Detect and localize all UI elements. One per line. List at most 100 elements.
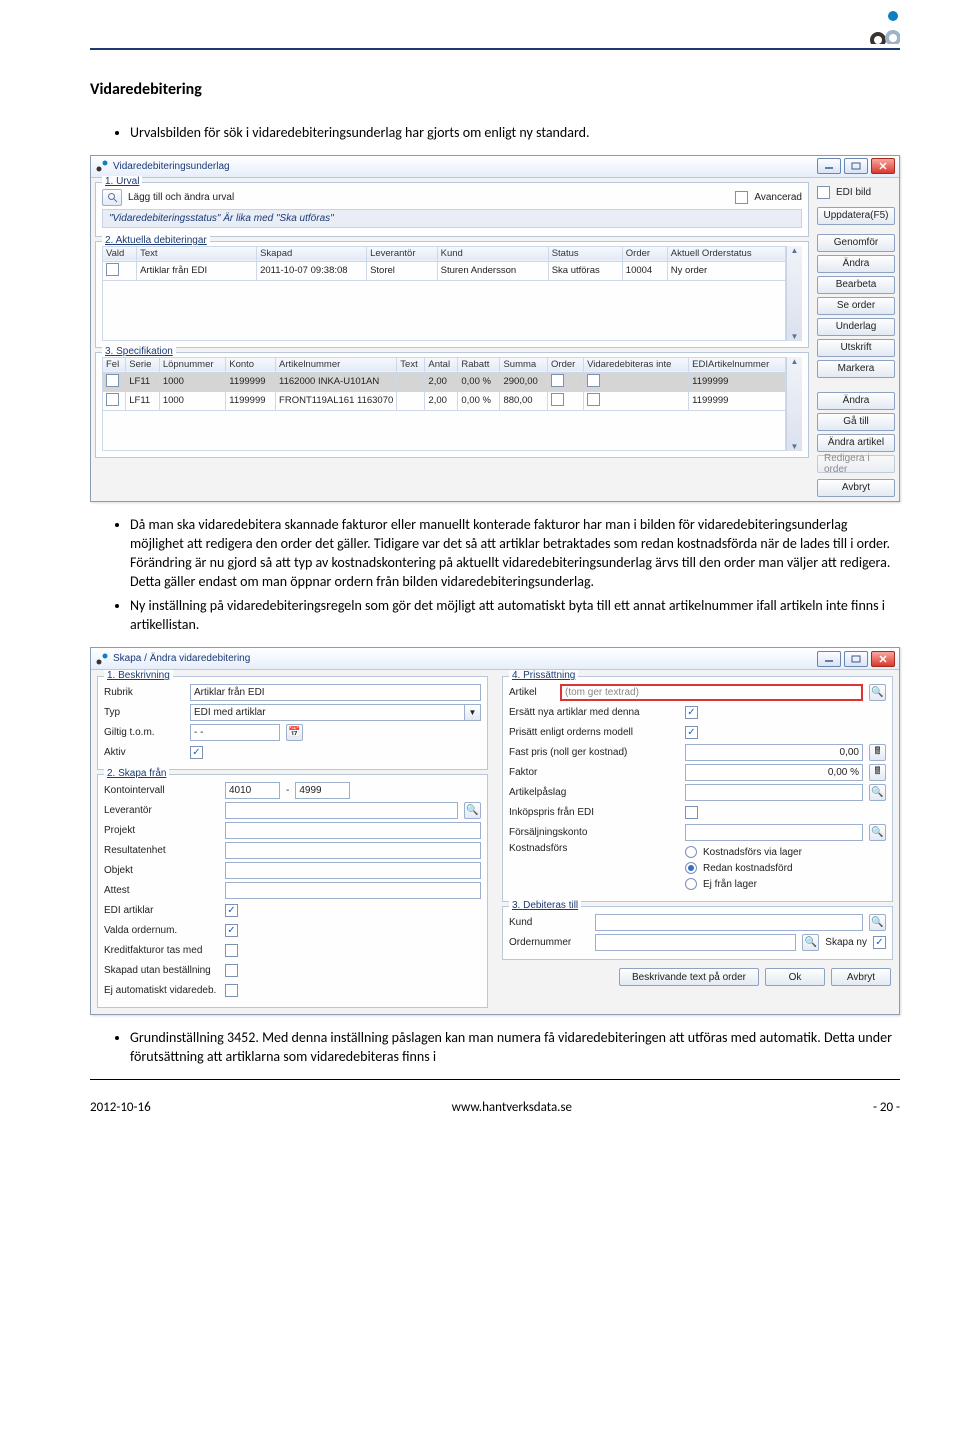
- search-icon[interactable]: 🔍: [869, 784, 886, 801]
- proj-input[interactable]: [225, 822, 481, 839]
- giltig-input[interactable]: - -: [190, 724, 280, 741]
- chevron-down-icon[interactable]: ▼: [465, 704, 481, 721]
- spec-table[interactable]: Fel Serie Löpnummer Konto Artikelnummer …: [102, 357, 786, 451]
- calculator-icon[interactable]: 🖩: [869, 764, 886, 781]
- search-icon[interactable]: 🔍: [869, 684, 886, 701]
- close-button[interactable]: [871, 651, 895, 667]
- search-icon[interactable]: 🔍: [869, 824, 886, 841]
- redigera-i-order-button[interactable]: Redigera i order: [817, 455, 895, 473]
- row-checkbox[interactable]: [587, 393, 600, 406]
- typ-select[interactable]: EDI med artiklar▼: [190, 704, 481, 721]
- ejauto-checkbox[interactable]: [225, 984, 238, 997]
- avbryt-button[interactable]: Avbryt: [817, 479, 895, 497]
- aktiv-checkbox[interactable]: ✓: [190, 746, 203, 759]
- col-ediart[interactable]: EDIArtikelnummer: [689, 357, 786, 372]
- scrollbar[interactable]: ▲▼: [786, 357, 802, 451]
- beskrivande-text-button[interactable]: Beskrivande text på order: [619, 968, 759, 986]
- ediart-checkbox[interactable]: ✓: [225, 904, 238, 917]
- col-serie[interactable]: Serie: [126, 357, 160, 372]
- redan-kostnadsford-radio[interactable]: [685, 862, 697, 874]
- scrollbar[interactable]: ▲▼: [786, 246, 802, 341]
- col-skapad[interactable]: Skapad: [257, 246, 367, 261]
- col-artnr[interactable]: Artikelnummer: [276, 357, 397, 372]
- col-fel[interactable]: Fel: [103, 357, 126, 372]
- col-status[interactable]: Status: [548, 246, 622, 261]
- col-summa[interactable]: Summa: [500, 357, 548, 372]
- genomfor-button[interactable]: Genomför: [817, 234, 895, 252]
- res-input[interactable]: [225, 842, 481, 859]
- uppdatera-button[interactable]: Uppdatera(F5): [817, 207, 895, 225]
- inkop-checkbox[interactable]: [685, 806, 698, 819]
- add-urval-label[interactable]: Lägg till och ändra urval: [128, 192, 234, 203]
- col-vald[interactable]: Vald: [103, 246, 137, 261]
- ok-button[interactable]: Ok: [765, 968, 825, 986]
- attest-input[interactable]: [225, 882, 481, 899]
- row-checkbox[interactable]: [551, 393, 564, 406]
- search-icon[interactable]: [102, 189, 122, 206]
- col-ostatus[interactable]: Aktuell Orderstatus: [667, 246, 785, 261]
- col-ord[interactable]: Order: [548, 357, 584, 372]
- col-lopnr[interactable]: Löpnummer: [159, 357, 225, 372]
- search-icon[interactable]: 🔍: [869, 914, 886, 931]
- col-vinte[interactable]: Vidaredebiteras inte: [584, 357, 689, 372]
- row-checkbox[interactable]: [587, 374, 600, 387]
- debiteringar-table[interactable]: Vald Text Skapad Leverantör Kund Status …: [102, 246, 786, 341]
- prisatt-checkbox[interactable]: ✓: [685, 726, 698, 739]
- andra-button[interactable]: Ändra: [817, 255, 895, 273]
- row-checkbox[interactable]: [106, 374, 119, 387]
- row-checkbox[interactable]: [106, 263, 119, 276]
- artpa-input[interactable]: [685, 784, 863, 801]
- faktor-input[interactable]: 0,00 %: [685, 764, 863, 781]
- maximize-button[interactable]: [844, 651, 868, 667]
- markera-button[interactable]: Markera: [817, 360, 895, 378]
- calculator-icon[interactable]: 🖩: [869, 744, 886, 761]
- underlag-button[interactable]: Underlag: [817, 318, 895, 336]
- close-button[interactable]: [871, 158, 895, 174]
- kostnad-via-lager-radio[interactable]: [685, 846, 697, 858]
- maximize-button[interactable]: [844, 158, 868, 174]
- rubrik-input[interactable]: Artiklar från EDI: [190, 684, 481, 701]
- andra-artikel-button[interactable]: Ändra artikel: [817, 434, 895, 452]
- utskrift-button[interactable]: Utskrift: [817, 339, 895, 357]
- lev-input[interactable]: [225, 802, 458, 819]
- table-row[interactable]: LF11 1000 1199999 FRONT119AL161 1163070 …: [103, 391, 786, 410]
- row-checkbox[interactable]: [106, 393, 119, 406]
- avancerad-checkbox[interactable]: [735, 191, 748, 204]
- col-order[interactable]: Order: [622, 246, 667, 261]
- table-row[interactable]: LF11 1000 1199999 1162000 INKA-U101AN 2,…: [103, 372, 786, 391]
- col-konto[interactable]: Konto: [226, 357, 276, 372]
- search-icon[interactable]: 🔍: [802, 934, 819, 951]
- ej-fran-lager-radio[interactable]: [685, 878, 697, 890]
- edi-bild-checkbox[interactable]: [817, 186, 830, 199]
- avbryt-button[interactable]: Avbryt: [831, 968, 891, 986]
- artikel-input[interactable]: (tom ger textrad): [560, 684, 863, 701]
- bearbeta-button[interactable]: Bearbeta: [817, 276, 895, 294]
- row-checkbox[interactable]: [551, 374, 564, 387]
- col-rabatt[interactable]: Rabatt: [458, 357, 500, 372]
- col-t[interactable]: Text: [397, 357, 425, 372]
- skapa-ny-checkbox[interactable]: ✓: [873, 936, 886, 949]
- andra-spec-button[interactable]: Ändra: [817, 392, 895, 410]
- kredit-checkbox[interactable]: [225, 944, 238, 957]
- skapad-checkbox[interactable]: [225, 964, 238, 977]
- minimize-button[interactable]: [817, 651, 841, 667]
- search-icon[interactable]: 🔍: [464, 802, 481, 819]
- col-text[interactable]: Text: [137, 246, 257, 261]
- valdao-checkbox[interactable]: ✓: [225, 924, 238, 937]
- kund-input[interactable]: [595, 914, 863, 931]
- konto-to-input[interactable]: 4999: [295, 782, 350, 799]
- table-row[interactable]: Artiklar från EDI 2011-10-07 09:38:08 St…: [103, 261, 786, 280]
- forsk-input[interactable]: [685, 824, 863, 841]
- minimize-button[interactable]: [817, 158, 841, 174]
- se-order-button[interactable]: Se order: [817, 297, 895, 315]
- onr-input[interactable]: [595, 934, 796, 951]
- col-antal[interactable]: Antal: [425, 357, 458, 372]
- col-kund[interactable]: Kund: [437, 246, 548, 261]
- col-lev[interactable]: Leverantör: [367, 246, 438, 261]
- ersatt-checkbox[interactable]: ✓: [685, 706, 698, 719]
- konto-from-input[interactable]: 4010: [225, 782, 280, 799]
- fast-input[interactable]: 0,00: [685, 744, 863, 761]
- calendar-icon[interactable]: 📅: [286, 724, 303, 741]
- obj-input[interactable]: [225, 862, 481, 879]
- ga-till-button[interactable]: Gå till: [817, 413, 895, 431]
